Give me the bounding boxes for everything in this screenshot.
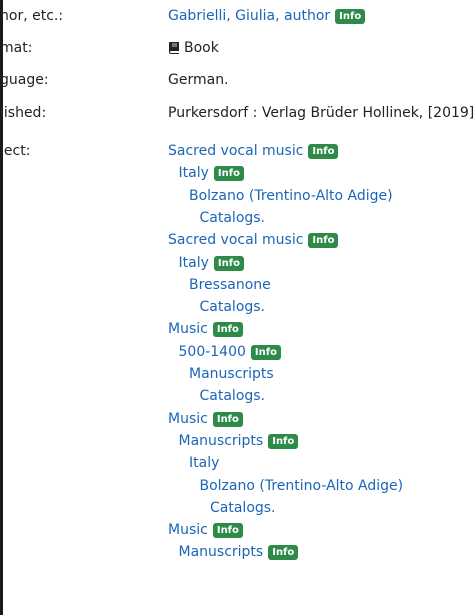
language-label: guage: xyxy=(0,72,49,88)
subject-item: Italy xyxy=(189,452,219,474)
format-label: mat: xyxy=(0,40,33,56)
subject-info-badge[interactable]: Info xyxy=(212,411,243,427)
subject-item: Music Info xyxy=(168,408,243,430)
subject-item: Sacred vocal music Info xyxy=(168,140,339,162)
subject-info-badge[interactable]: Info xyxy=(308,144,339,159)
subject-link[interactable]: Bolzano (Trentino-Alto Adige) xyxy=(200,478,404,494)
subject-item: Catalogs. xyxy=(200,207,266,229)
subject-item: Bolzano (Trentino-Alto Adige) xyxy=(200,475,404,497)
subject-item: Italy Info xyxy=(179,162,244,184)
subject-link[interactable]: Italy xyxy=(179,255,209,271)
subject-link[interactable]: Catalogs. xyxy=(200,299,266,315)
subject-link[interactable]: Italy xyxy=(179,165,209,181)
published-label: lished: xyxy=(0,105,47,121)
subject-link[interactable]: Manuscripts xyxy=(189,366,274,382)
subject-link[interactable]: Manuscripts xyxy=(179,544,264,560)
subject-info-badge[interactable]: Info xyxy=(268,545,299,561)
published-value: Purkersdorf : Verlag Brüder Hollinek, [2… xyxy=(168,105,475,121)
subject-info-badge[interactable]: Info xyxy=(213,255,244,271)
subject-item: Sacred vocal music Info xyxy=(168,229,339,251)
subject-link[interactable]: Italy xyxy=(189,455,219,471)
subject-link[interactable]: Catalogs. xyxy=(200,210,266,226)
subject-link[interactable]: Bolzano (Trentino-Alto Adige) xyxy=(189,188,393,204)
window-left-edge xyxy=(0,0,3,615)
subject-item: Bolzano (Trentino-Alto Adige) xyxy=(189,185,393,207)
subject-item: 500-1400 Info xyxy=(179,341,281,363)
book-icon xyxy=(169,42,179,54)
subject-item: Music Info xyxy=(168,318,243,340)
subject-item: Bressanone xyxy=(189,274,271,296)
subject-link[interactable]: Music xyxy=(168,321,208,337)
subject-item: Catalogs. xyxy=(210,497,276,519)
subject-link[interactable]: Catalogs. xyxy=(200,388,266,404)
subject-info-badge[interactable]: Info xyxy=(212,322,243,338)
subject-link[interactable]: Sacred vocal music xyxy=(168,232,303,248)
subject-link[interactable]: Bressanone xyxy=(189,277,271,293)
subject-item: Manuscripts Info xyxy=(179,430,299,452)
language-value: German. xyxy=(168,72,229,88)
subject-item: Music Info xyxy=(168,519,243,541)
subject-link[interactable]: Music xyxy=(168,522,208,538)
subject-item: Catalogs. xyxy=(200,385,266,407)
subject-item: Manuscripts Info xyxy=(179,541,299,563)
subject-info-badge[interactable]: Info xyxy=(308,233,339,249)
author-label: hor, etc.: xyxy=(0,8,64,24)
subject-item: Catalogs. xyxy=(200,296,266,318)
subject-info-badge[interactable]: Info xyxy=(212,523,243,539)
subject-link[interactable]: Sacred vocal music xyxy=(168,143,303,159)
subject-info-badge[interactable]: Info xyxy=(268,433,299,449)
author-link[interactable]: Gabrielli, Giulia, author xyxy=(168,8,330,24)
author-info-badge[interactable]: Info xyxy=(335,9,366,24)
subject-item: Manuscripts xyxy=(189,363,274,385)
subject-link[interactable]: Manuscripts xyxy=(179,433,264,449)
subject-info-badge[interactable]: Info xyxy=(250,344,281,360)
subject-link[interactable]: Music xyxy=(168,411,208,427)
format-value: Book xyxy=(168,37,219,59)
subject-item: Italy Info xyxy=(179,252,244,274)
subject-label: ject: xyxy=(0,143,31,159)
subject-link[interactable]: Catalogs. xyxy=(210,500,276,516)
subject-link[interactable]: 500-1400 xyxy=(179,344,246,360)
subject-info-badge[interactable]: Info xyxy=(213,166,244,182)
